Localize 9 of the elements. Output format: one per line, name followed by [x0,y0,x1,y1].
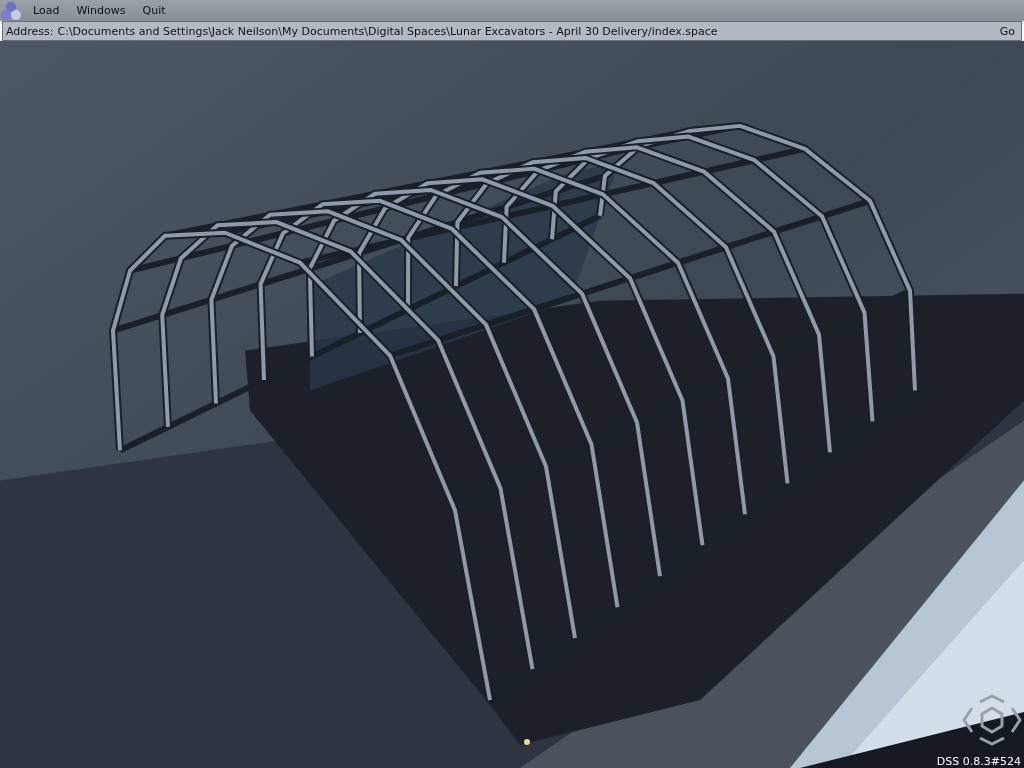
go-button[interactable]: Go [993,23,1021,39]
menu-item[interactable]: Load [33,4,60,17]
hexagon-navigation-icon[interactable] [960,694,1024,746]
menu-item[interactable]: Quit [142,4,166,17]
address-field[interactable]: Address: C:\Documents and Settings\Jack Neilson\My Documents\Digital Spaces\Lunar Excavators - April 30 Delivery/index.space Go [2,21,1022,41]
menu-item[interactable]: Windows [76,4,126,17]
version-label: DSS 0.8.3#524 [936,755,1021,768]
app-logo-icon [1,0,23,21]
address-label: Address: [5,24,54,38]
